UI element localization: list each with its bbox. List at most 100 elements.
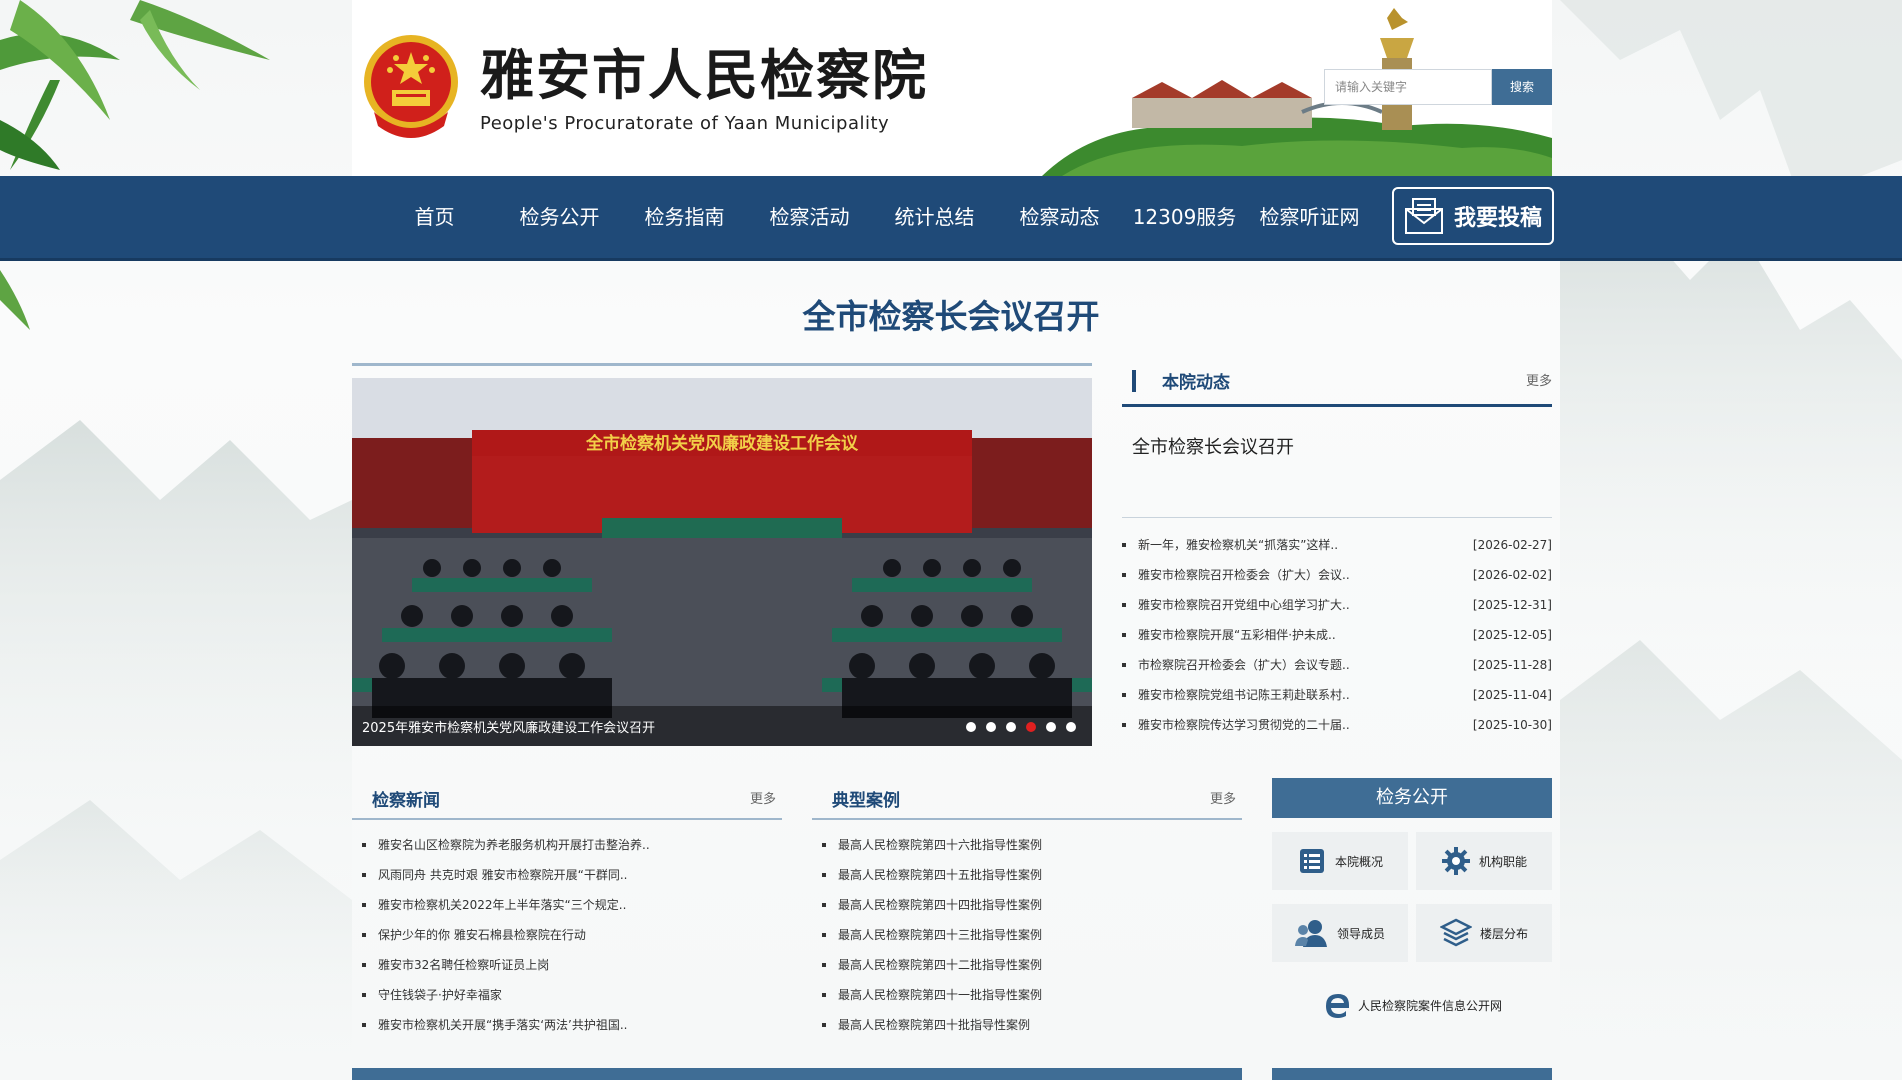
bullet-icon xyxy=(362,843,366,847)
main-nav: 首页 检务公开 检务指南 检察活动 统计总结 检察动态 12309服务 检察听证… xyxy=(0,176,1902,261)
bullet-icon xyxy=(1122,573,1126,577)
court-news-list: 新一年，雅安检察机关“抓落实”这样.. [2026-02-27] 雅安市检察院召开… xyxy=(1122,530,1552,740)
court-news-featured: 全市检察长会议召开 xyxy=(1122,407,1552,518)
bullet-icon xyxy=(362,933,366,937)
footer-strip-left xyxy=(352,1068,1242,1080)
list-item[interactable]: 最高人民检察院第四十三批指导性案例 xyxy=(822,920,1252,950)
document-list-icon xyxy=(1299,849,1324,873)
nav-item-12309-service[interactable]: 12309服务 xyxy=(1122,176,1247,258)
site-subtitle: People's Procuratorate of Yaan Municipal… xyxy=(480,113,890,134)
typical-cases-more-link[interactable]: 更多 xyxy=(1210,788,1236,807)
list-item[interactable]: 市检察院召开检委会（扩大）会议专题.. [2025-11-28] xyxy=(1122,650,1552,680)
list-item[interactable]: 风雨同舟 共克时艰 雅安市检察院开展“干群同.. xyxy=(362,860,792,890)
list-item[interactable]: 新一年，雅安检察机关“抓落实”这样.. [2026-02-27] xyxy=(1122,530,1552,560)
slider-dot[interactable] xyxy=(1006,722,1016,732)
tile-court-overview[interactable]: 本院概况 xyxy=(1272,832,1408,890)
bullet-icon xyxy=(822,993,826,997)
slider-dot-active[interactable] xyxy=(1026,722,1036,732)
procuratorate-news-header: 检察新闻 更多 xyxy=(352,778,782,820)
tile-label: 本院概况 xyxy=(1334,854,1383,869)
tile-floor-layout[interactable]: 楼层分布 xyxy=(1416,904,1552,962)
headline-link[interactable]: 全市检察长会议召开 xyxy=(0,290,1902,338)
nav-item-statistics[interactable]: 统计总结 xyxy=(872,176,997,258)
nav-item-home[interactable]: 首页 xyxy=(372,176,497,258)
slider-dot[interactable] xyxy=(986,722,996,732)
court-news-featured-link[interactable]: 全市检察长会议召开 xyxy=(1132,433,1294,459)
list-item[interactable]: 雅安市检察院党组书记陈王莉赴联系村.. [2025-11-04] xyxy=(1122,680,1552,710)
users-icon xyxy=(1294,920,1327,947)
court-news-header: 本院动态 更多 xyxy=(1122,360,1552,407)
slider-banner-text: 全市检察机关党风廉政建设工作会议 xyxy=(585,433,859,454)
list-item[interactable]: 雅安市检察院传达学习贯彻党的二十届.. [2025-10-30] xyxy=(1122,710,1552,740)
submit-article-button[interactable]: 我要投稿 xyxy=(1392,187,1554,245)
court-news-title: 本院动态 xyxy=(1162,373,1230,393)
nav-item-affairs-public[interactable]: 检务公开 xyxy=(497,176,622,258)
tile-leadership[interactable]: 领导成员 xyxy=(1272,904,1408,962)
submit-article-label: 我要投稿 xyxy=(1453,206,1542,231)
search-button[interactable]: 搜索 xyxy=(1492,69,1552,105)
layers-icon xyxy=(1439,918,1472,947)
bullet-icon xyxy=(1122,693,1126,697)
case-info-public-label: 人民检察院案件信息公开网 xyxy=(1357,998,1502,1013)
list-item[interactable]: 最高人民检察院第四十四批指导性案例 xyxy=(822,890,1252,920)
photo-slider[interactable]: 全市检察机关党风廉政建设工作会议 2025年雅安市检察机关党风廉政建设工作会议召… xyxy=(352,363,1092,746)
tile-label: 领导成员 xyxy=(1336,926,1385,941)
national-emblem-logo[interactable] xyxy=(360,32,462,144)
list-item[interactable]: 雅安市检察机关2022年上半年落实“三个规定.. xyxy=(362,890,792,920)
site-title: 雅安市人民检察院 xyxy=(480,44,928,107)
conference-photo: 全市检察机关党风廉政建设工作会议 xyxy=(352,378,1092,746)
typical-cases-list: 最高人民检察院第四十六批指导性案例 最高人民检察院第四十五批指导性案例 最高人民… xyxy=(812,830,1242,1040)
slider-dot[interactable] xyxy=(1046,722,1056,732)
bullet-icon xyxy=(1122,603,1126,607)
typical-cases-header: 典型案例 更多 xyxy=(812,778,1242,820)
nav-item-guide[interactable]: 检务指南 xyxy=(622,176,747,258)
typical-cases-panel: 典型案例 更多 最高人民检察院第四十六批指导性案例 最高人民检察院第四十五批指导… xyxy=(812,778,1242,1040)
bullet-icon xyxy=(822,843,826,847)
tile-label: 机构职能 xyxy=(1478,854,1527,869)
site-header: 雅安市人民检察院 People's Procuratorate of Yaan … xyxy=(352,0,1552,176)
list-item[interactable]: 最高人民检察院第四十二批指导性案例 xyxy=(822,950,1252,980)
nav-item-hearing-network[interactable]: 检察听证网 xyxy=(1247,176,1372,258)
list-item[interactable]: 雅安市检察院召开党组中心组学习扩大.. [2025-12-31] xyxy=(1122,590,1552,620)
tile-label: 楼层分布 xyxy=(1479,926,1528,941)
gear-icon xyxy=(1441,847,1470,875)
affairs-public-grid: 本院概况 机构职能 领导成员 楼层分布 xyxy=(1272,832,1552,976)
list-item[interactable]: 雅安市检察院开展“五彩相伴·护未成.. [2025-12-05] xyxy=(1122,620,1552,650)
case-info-public-link[interactable]: 人民检察院案件信息公开网 xyxy=(1272,976,1552,1034)
bullet-icon xyxy=(1122,663,1126,667)
procuratorate-news-list: 雅安名山区检察院为养老服务机构开展打击整治养.. 风雨同舟 共克时艰 雅安市检察… xyxy=(352,830,782,1040)
search-input[interactable]: 请输入关键字 xyxy=(1324,69,1492,105)
tile-institutional-functions[interactable]: 机构职能 xyxy=(1416,832,1552,890)
list-item[interactable]: 最高人民检察院第四十一批指导性案例 xyxy=(822,980,1252,1010)
title-bar-marker xyxy=(1132,370,1136,392)
list-item[interactable]: 雅安名山区检察院为养老服务机构开展打击整治养.. xyxy=(362,830,792,860)
nav-item-news[interactable]: 检察动态 xyxy=(997,176,1122,258)
bullet-icon xyxy=(362,903,366,907)
bullet-icon xyxy=(1122,633,1126,637)
bullet-icon xyxy=(362,873,366,877)
slider-caption[interactable]: 2025年雅安市检察机关党风廉政建设工作会议召开 xyxy=(362,717,655,736)
list-item[interactable]: 最高人民检察院第四十批指导性案例 xyxy=(822,1010,1252,1040)
affairs-public-panel: 检务公开 本院概况 机构职能 领导成员 楼层分布 人民检察院案件信息公开网 xyxy=(1272,778,1552,1034)
typical-cases-title: 典型案例 xyxy=(832,791,900,811)
bullet-icon xyxy=(1122,723,1126,727)
list-item[interactable]: 保护少年的你 雅安石棉县检察院在行动 xyxy=(362,920,792,950)
slider-dot[interactable] xyxy=(966,722,976,732)
bullet-icon xyxy=(822,1023,826,1027)
list-item[interactable]: 守住钱袋子·护好幸福家 xyxy=(362,980,792,1010)
bullet-icon xyxy=(362,993,366,997)
list-item[interactable]: 最高人民检察院第四十五批指导性案例 xyxy=(822,860,1252,890)
ie-e-icon xyxy=(1325,994,1349,1018)
bullet-icon xyxy=(822,873,826,877)
nav-item-activities[interactable]: 检察活动 xyxy=(747,176,872,258)
court-news-more-link[interactable]: 更多 xyxy=(1526,370,1552,389)
slider-dot[interactable] xyxy=(1066,722,1076,732)
list-item[interactable]: 最高人民检察院第四十六批指导性案例 xyxy=(822,830,1252,860)
bullet-icon xyxy=(362,1023,366,1027)
procuratorate-news-title: 检察新闻 xyxy=(372,791,440,811)
list-item[interactable]: 雅安市检察机关开展“携手落实‘两法’共护祖国.. xyxy=(362,1010,792,1040)
list-item[interactable]: 雅安市检察院召开检委会（扩大）会议.. [2026-02-02] xyxy=(1122,560,1552,590)
list-item[interactable]: 雅安市32名聘任检察听证员上岗 xyxy=(362,950,792,980)
bullet-icon xyxy=(822,903,826,907)
procuratorate-news-more-link[interactable]: 更多 xyxy=(750,788,776,807)
